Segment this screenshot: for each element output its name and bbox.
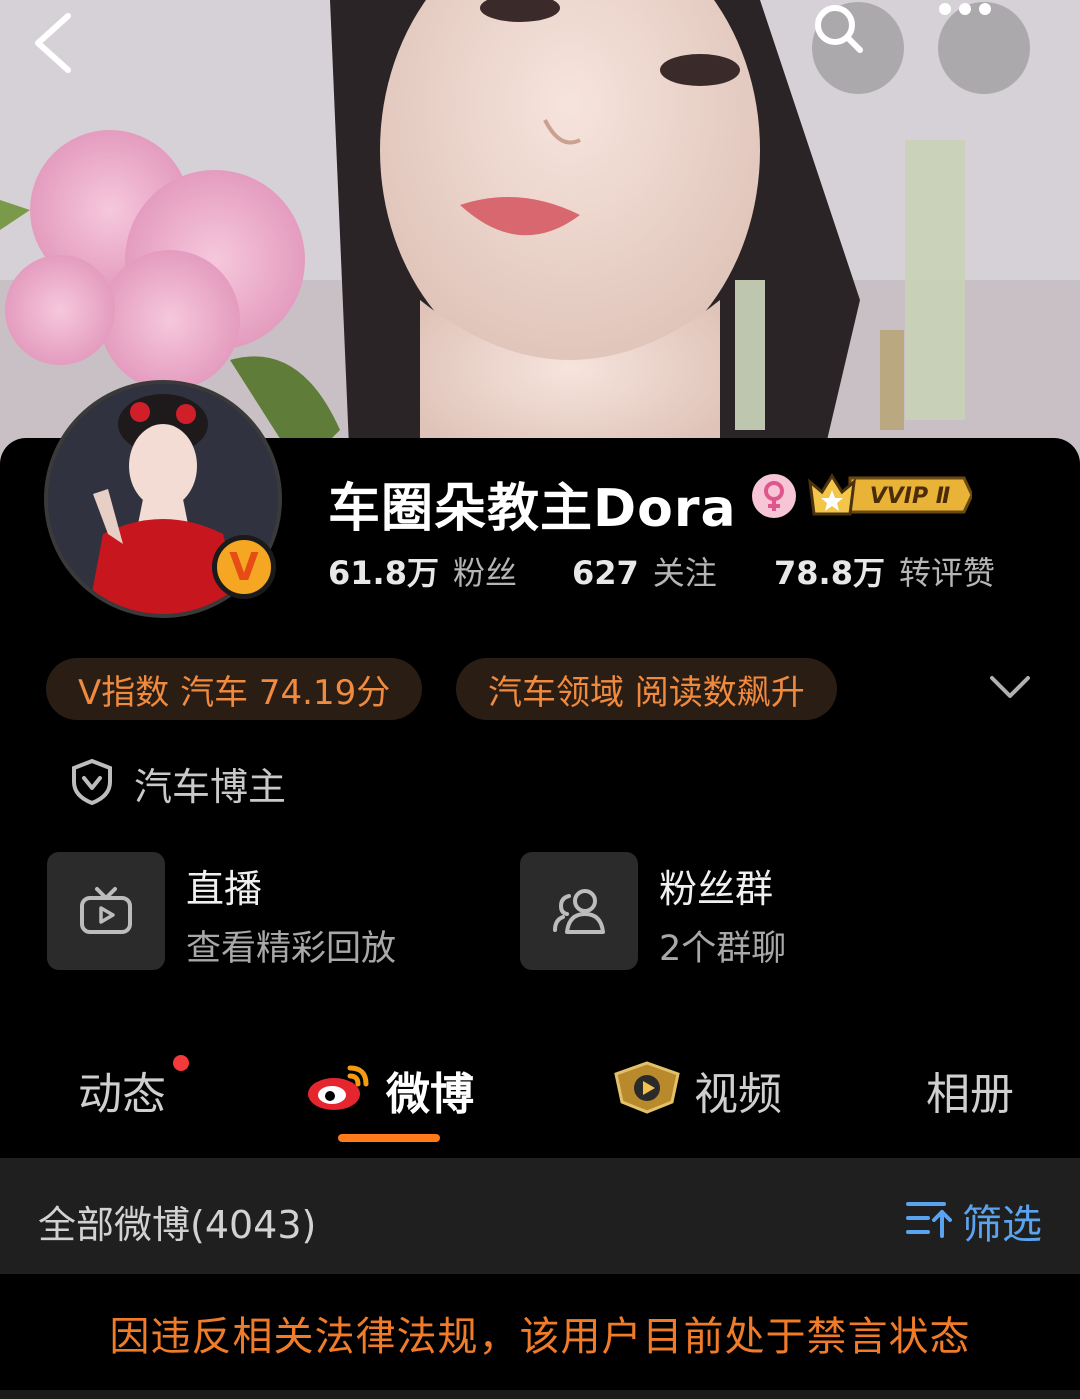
- stat-interactions[interactable]: 78.8万 转评赞: [774, 548, 995, 594]
- banned-notice: 因违反相关法律法规，该用户目前处于禁言状态: [109, 1314, 971, 1360]
- fan-group-entry-subtitle: 2个群聊: [659, 929, 787, 969]
- more-button[interactable]: [938, 2, 1030, 94]
- vvip-label: VVIP Ⅱ: [870, 484, 951, 509]
- vvip-badge[interactable]: VVIP Ⅱ: [806, 470, 974, 520]
- tab-weibo[interactable]: 微博: [386, 1058, 474, 1122]
- shield-icon: [72, 758, 112, 806]
- video-badge-icon: [614, 1061, 680, 1114]
- filter-icon[interactable]: [906, 1198, 954, 1238]
- live-entry-button[interactable]: [47, 852, 165, 970]
- verified-category: 汽车博主: [134, 765, 287, 809]
- stat-number: 61.8万: [328, 554, 439, 592]
- all-weibo-count[interactable]: 全部微博(4043): [38, 1194, 316, 1249]
- weibo-logo-icon: [308, 1065, 369, 1110]
- stat-label: 转评赞: [898, 554, 995, 592]
- stat-following[interactable]: 627 关注: [572, 548, 717, 594]
- more-dots-icon: [939, 3, 991, 15]
- tab-video[interactable]: 视频: [694, 1058, 782, 1122]
- bottom-divider: [0, 1390, 1080, 1399]
- domain-trend-chip[interactable]: 汽车领域 阅读数飙升: [456, 658, 837, 720]
- chevron-down-icon[interactable]: [986, 668, 1034, 708]
- female-icon: [752, 474, 796, 518]
- stat-label: 关注: [652, 554, 717, 592]
- back-button[interactable]: [30, 10, 100, 86]
- crown-icon: VVIP Ⅱ: [808, 473, 974, 516]
- live-entry-title[interactable]: 直播: [186, 858, 262, 913]
- live-entry-subtitle: 查看精彩回放: [186, 929, 397, 969]
- v-index-chip[interactable]: V指数 汽车 74.19分: [46, 658, 423, 720]
- tab-album[interactable]: 相册: [926, 1058, 1014, 1122]
- fan-group-entry-button[interactable]: [520, 852, 638, 970]
- search-button[interactable]: [812, 2, 904, 94]
- chevron-left-icon: [35, 13, 71, 73]
- search-icon: [815, 5, 863, 53]
- stat-number: 78.8万: [774, 554, 885, 592]
- stat-followers[interactable]: 61.8万 粉丝: [328, 548, 517, 594]
- stat-label: 粉丝: [452, 554, 517, 592]
- notification-dot: [170, 1052, 192, 1074]
- fan-group-entry-title[interactable]: 粉丝群: [659, 858, 773, 913]
- tv-icon: [80, 887, 132, 934]
- profile-stats: 61.8万 粉丝 627 关注 78.8万 转评赞: [0, 548, 1080, 594]
- filter-button[interactable]: 筛选: [962, 1192, 1042, 1250]
- active-tab-indicator: [338, 1134, 440, 1142]
- tab-dynamics[interactable]: 动态: [78, 1058, 166, 1122]
- stat-number: 627: [572, 554, 639, 592]
- group-icon: [553, 889, 605, 934]
- profile-name: 车圈朵教主Dora: [328, 479, 737, 539]
